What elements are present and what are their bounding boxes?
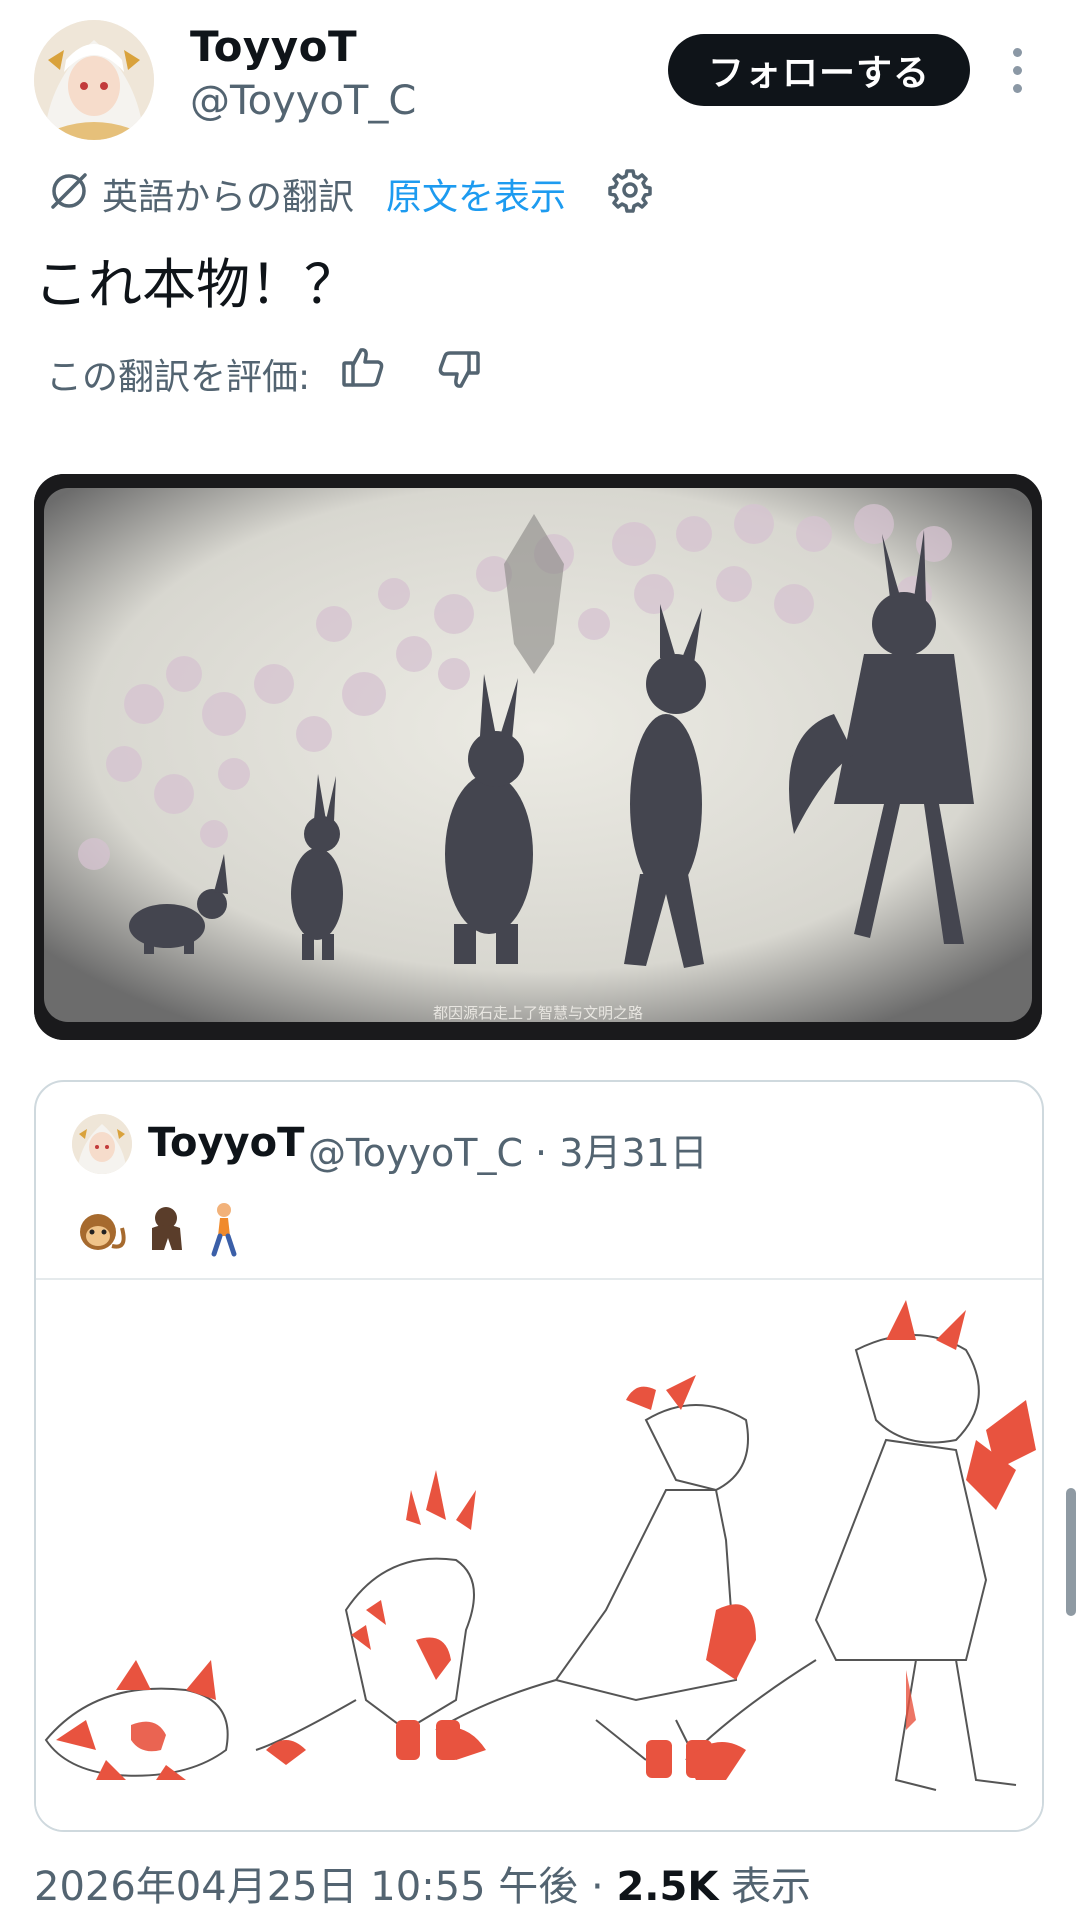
author-avatar[interactable] bbox=[34, 20, 154, 140]
media-caption: 都因源石走上了智慧与文明之路 bbox=[432, 1004, 643, 1022]
quoted-author-avatar[interactable] bbox=[72, 1114, 132, 1174]
quoted-tweet-text: 🐒 🦍 🚶 bbox=[72, 1198, 262, 1258]
scrollbar-thumb[interactable] bbox=[1066, 1488, 1076, 1616]
quoted-handle-date: @ToyyoT_C · 3月31日 bbox=[308, 1131, 708, 1175]
author-display-name[interactable]: ToyyoT bbox=[190, 22, 357, 71]
tweet-timestamp-row: 2026年04月25日 10:55 午後 · 2.5K 表示 bbox=[34, 1854, 811, 1912]
translation-label: 英語からの翻訳 bbox=[102, 177, 355, 218]
tweet-media-image[interactable]: 都因源石走上了智慧与文明之路 bbox=[34, 474, 1042, 1040]
quoted-author-name: ToyyoT bbox=[148, 1120, 305, 1166]
translate-icon bbox=[48, 170, 90, 212]
more-vertical-icon[interactable] bbox=[1010, 48, 1024, 93]
follow-button[interactable]: フォローする bbox=[668, 34, 970, 106]
views-label: 表示 bbox=[718, 1864, 812, 1910]
quoted-tweet-card[interactable]: ToyyoT @ToyyoT_C · 3月31日 🐒 🦍 🚶 bbox=[34, 1080, 1044, 1832]
gear-icon[interactable] bbox=[607, 167, 653, 213]
views-count: 2.5K bbox=[616, 1864, 719, 1910]
quoted-media-image[interactable] bbox=[36, 1280, 1042, 1830]
thumb-down-icon[interactable] bbox=[436, 348, 482, 394]
tweet-text: これ本物！？ bbox=[34, 253, 358, 316]
tweet-timestamp[interactable]: 2026年04月25日 10:55 午後 · bbox=[34, 1864, 616, 1910]
author-handle[interactable]: @ToyyoT_C bbox=[190, 78, 416, 124]
emoji-sequence-icon bbox=[80, 1203, 237, 1257]
rate-translation-label: この翻訳を評価: bbox=[46, 357, 311, 398]
thumb-up-icon[interactable] bbox=[340, 344, 386, 390]
show-original-link[interactable]: 原文を表示 bbox=[386, 168, 566, 220]
